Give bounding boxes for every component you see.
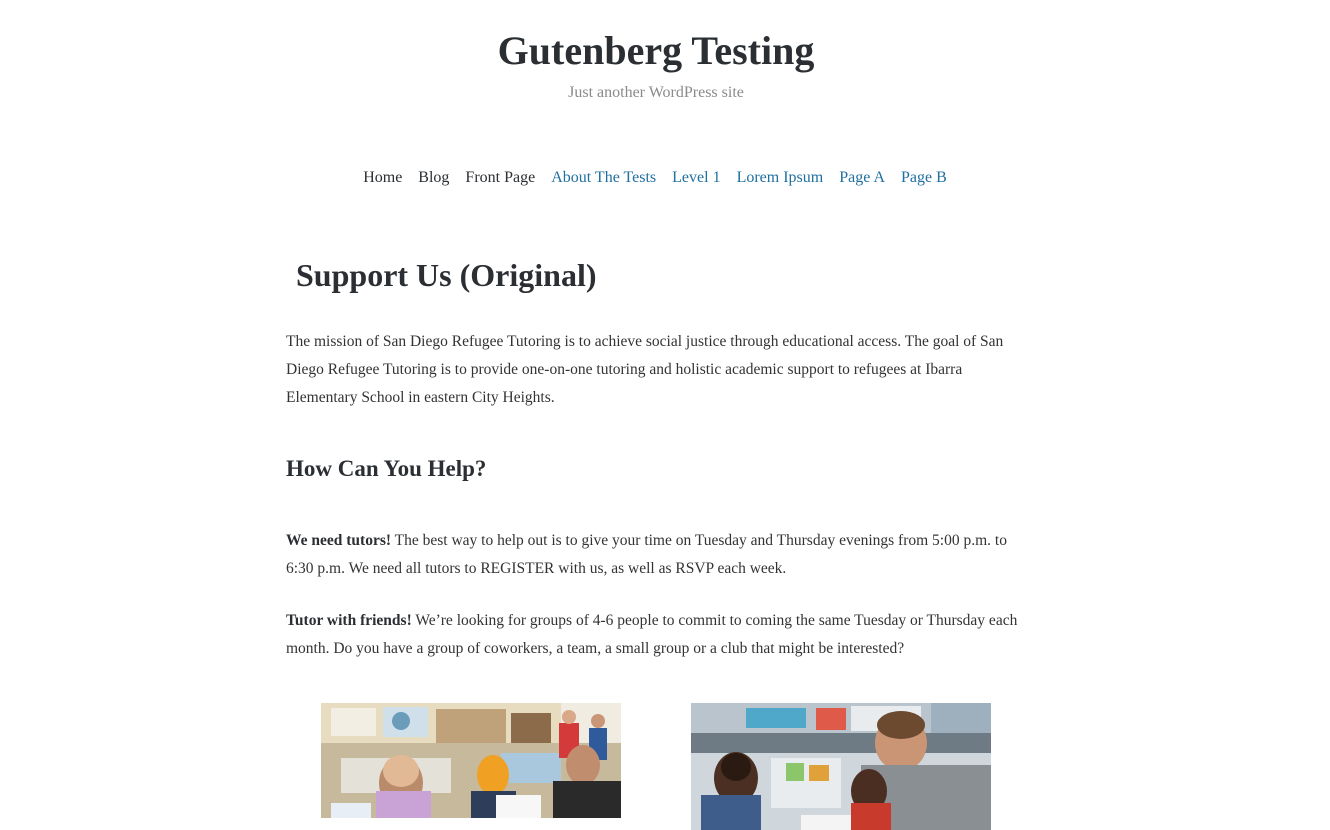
main-navigation: Home Blog Front Page About The Tests Lev…	[0, 168, 1310, 188]
mission-paragraph: The mission of San Diego Refugee Tutorin…	[286, 333, 1004, 406]
help-heading: How Can You Help?	[286, 456, 487, 481]
nav-item-blog[interactable]: Blog	[418, 168, 449, 188]
nav-item-page-b[interactable]: Page B	[901, 168, 947, 188]
nav-item-lorem-ipsum[interactable]: Lorem Ipsum	[737, 168, 824, 188]
tutors-bold-text: We need tutors!	[286, 532, 392, 549]
nav-item-home[interactable]: Home	[363, 168, 402, 188]
nav-item-about-the-tests[interactable]: About The Tests	[551, 168, 656, 188]
site-tagline: Just another WordPress site	[568, 84, 744, 101]
page-content: Support Us (Original) The mission of San…	[286, 250, 1021, 657]
classroom-photo-1	[321, 703, 621, 818]
classroom-photo-2	[691, 703, 991, 830]
nav-item-page-a[interactable]: Page A	[839, 168, 885, 188]
tutors-text: The best way to help out is to give your…	[286, 532, 1007, 577]
page-title: Support Us (Original)	[296, 257, 597, 293]
nav-item-front-page[interactable]: Front Page	[465, 168, 535, 188]
friends-paragraph: Tutor with friends! We’re looking for gr…	[286, 607, 1021, 663]
site-title[interactable]: Gutenberg Testing	[0, 27, 1312, 75]
tutors-paragraph: We need tutors! The best way to help out…	[286, 527, 1021, 583]
nav-item-level-1[interactable]: Level 1	[672, 168, 720, 188]
friends-bold-text: Tutor with friends!	[286, 612, 412, 629]
